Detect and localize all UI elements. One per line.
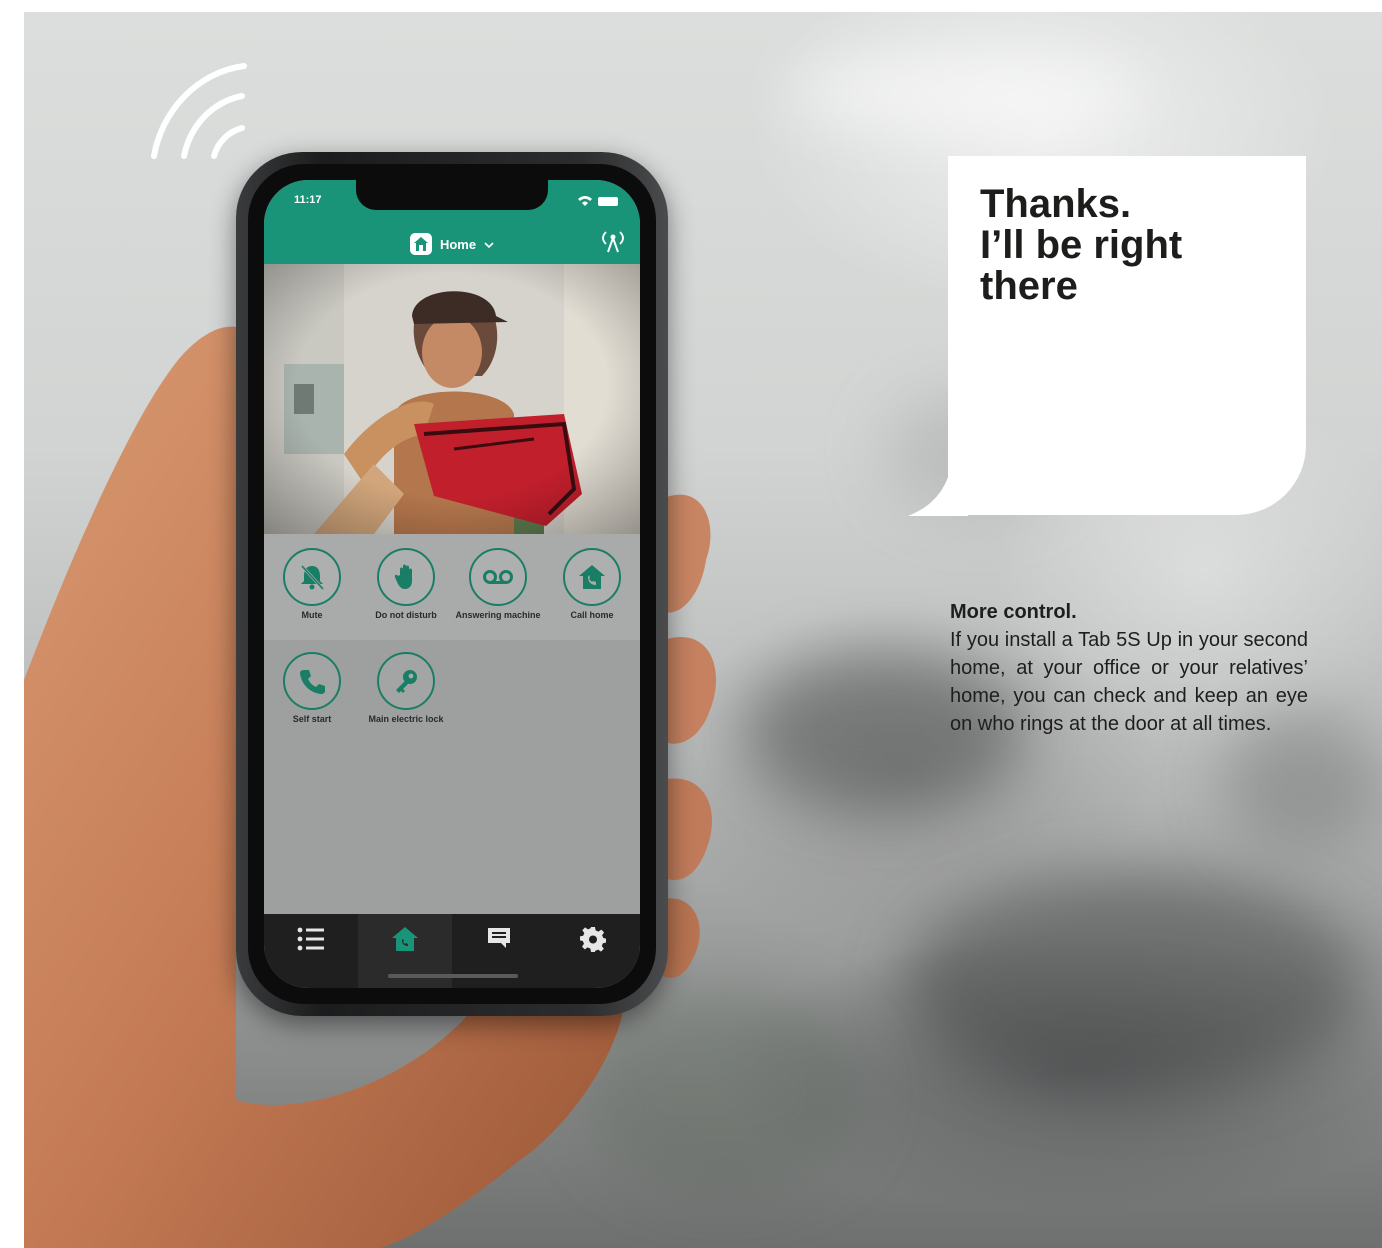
- chevron-down-icon: [484, 237, 494, 252]
- key-icon: [396, 670, 417, 693]
- phone-notch: [356, 180, 548, 210]
- message-icon: [488, 928, 510, 948]
- door-camera-video: [264, 264, 640, 534]
- bubble-line-2: I’ll be right: [980, 223, 1183, 267]
- list-icon: [297, 927, 324, 951]
- voicemail-icon: [483, 570, 513, 584]
- home-icon: [392, 927, 418, 951]
- action-mute[interactable]: Mute: [266, 548, 358, 620]
- copy-paragraph: If you install a Tab 5S Up in your secon…: [950, 629, 1308, 735]
- status-icons: [578, 196, 618, 206]
- action-self-start[interactable]: Self start: [266, 652, 358, 724]
- smartphone: 11:17 Home Mute Do not disturb Answering…: [236, 152, 668, 1016]
- action-answering-machine[interactable]: Answering machine: [452, 548, 544, 620]
- bubble-line-3: there: [980, 264, 1078, 308]
- action-main-electric-lock[interactable]: Main electric lock: [360, 652, 452, 724]
- copy-heading: More control.: [950, 601, 1077, 623]
- call-home-icon: [579, 565, 605, 589]
- antenna-icon[interactable]: [598, 230, 628, 254]
- bell-muted-icon: [300, 564, 325, 591]
- house-icon: [409, 233, 432, 255]
- action-panel: Mute Do not disturb Answering machine Ca…: [264, 534, 640, 914]
- action-call-home[interactable]: Call home: [546, 548, 638, 620]
- bottom-navigation: [264, 914, 640, 988]
- hand-stop-icon: [394, 564, 412, 589]
- wifi-signal-icon: [151, 63, 247, 159]
- phone-icon: [300, 670, 325, 694]
- marketing-copy: More control. If you install a Tab 5S Up…: [950, 598, 1308, 738]
- bubble-line-1: Thanks.: [980, 182, 1132, 226]
- nav-list[interactable]: [264, 914, 358, 988]
- speech-bubble-text: Thanks. I’ll be right there: [980, 184, 1280, 307]
- action-do-not-disturb[interactable]: Do not disturb: [360, 548, 452, 620]
- phone-screen: 11:17 Home Mute Do not disturb Answering…: [264, 180, 640, 988]
- nav-settings[interactable]: [546, 914, 640, 988]
- home-indicator-bar: [388, 974, 518, 978]
- home-selector[interactable]: Home: [264, 232, 640, 256]
- status-time: 11:17: [294, 194, 322, 206]
- gear-icon: [580, 927, 606, 952]
- home-title: Home: [439, 236, 477, 252]
